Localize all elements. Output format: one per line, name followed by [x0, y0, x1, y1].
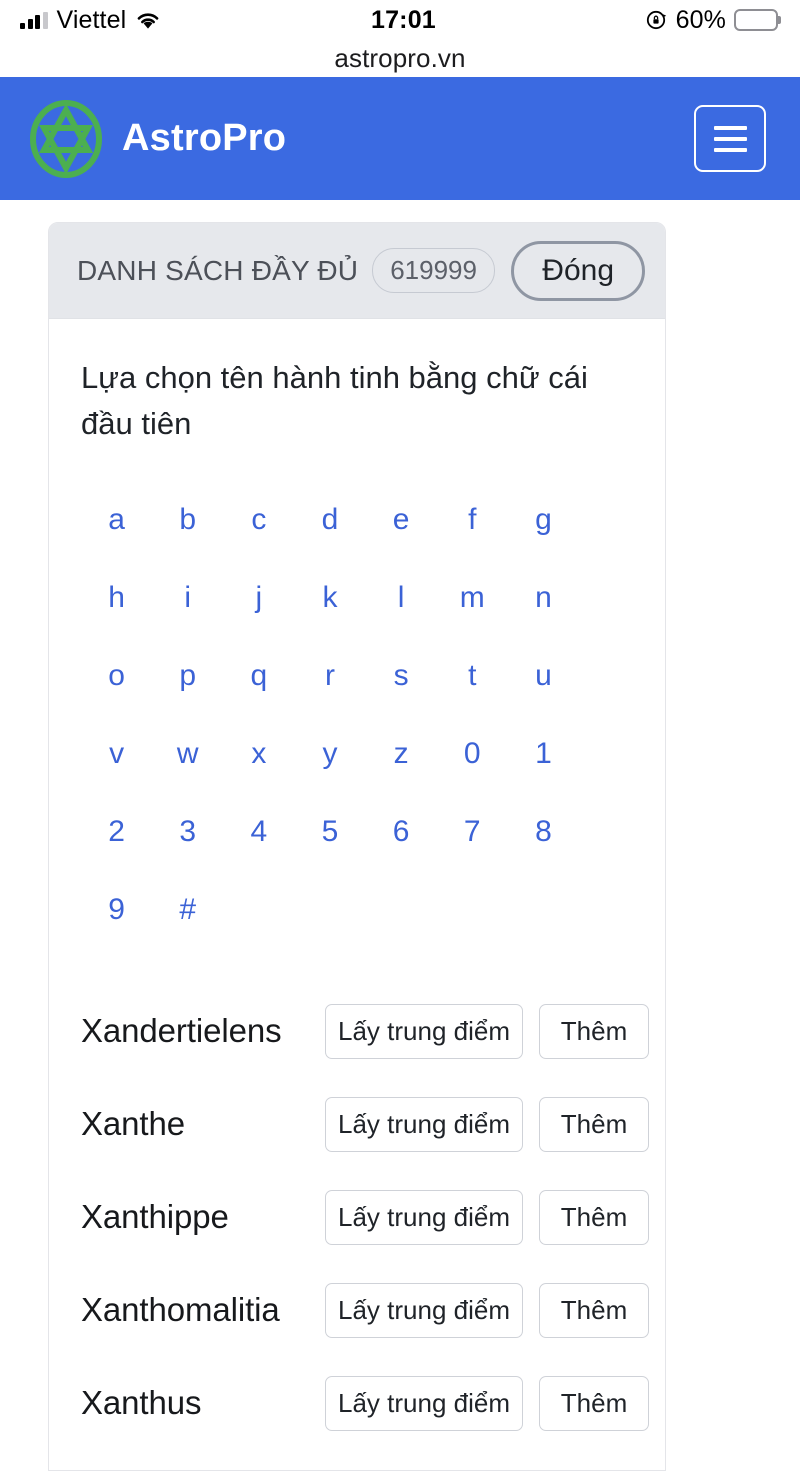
planet-name: Xanthe [81, 1105, 185, 1143]
instruction-text: Lựa chọn tên hành tinh bằng chữ cái đầu … [81, 360, 588, 441]
get-midpoint-button[interactable]: Lấy trung điểm [325, 1189, 523, 1245]
add-button[interactable]: Thêm [539, 1375, 649, 1431]
add-button[interactable]: Thêm [539, 1189, 649, 1245]
alphabet-filter-2[interactable]: 2 [81, 793, 152, 871]
add-button[interactable]: Thêm [539, 1282, 649, 1338]
planet-row: Xanthomalitia Lấy trung điểm Thêm [81, 1264, 649, 1357]
hexagram-circle-logo-icon [28, 99, 104, 179]
alphabet-filter-v[interactable]: v [81, 715, 152, 793]
signal-bars-icon [20, 11, 48, 29]
alphabet-filter-u[interactable]: u [508, 637, 579, 715]
get-midpoint-button[interactable]: Lấy trung điểm [325, 1282, 523, 1338]
planet-name: Xanthippe [81, 1198, 229, 1236]
alphabet-filter-s[interactable]: s [366, 637, 437, 715]
alphabet-filter-0[interactable]: 0 [437, 715, 508, 793]
full-list-panel: DANH SÁCH ĐẦY ĐỦ 619999 Đóng Lựa chọn tê… [48, 222, 666, 1471]
get-midpoint-button[interactable]: Lấy trung điểm [325, 1003, 523, 1059]
planet-row: Xanthippe Lấy trung điểm Thêm [81, 1171, 649, 1264]
alphabet-filter-c[interactable]: c [223, 481, 294, 559]
planet-name: Xandertielens [81, 1012, 282, 1050]
alphabet-filter-7[interactable]: 7 [437, 793, 508, 871]
alphabet-filter-5[interactable]: 5 [294, 793, 365, 871]
alphabet-filter-t[interactable]: t [437, 637, 508, 715]
panel-body: Lựa chọn tên hành tinh bằng chữ cái đầu … [49, 319, 665, 1470]
app-header: AstroPro [0, 77, 800, 200]
planet-row-actions: Lấy trung điểm Thêm [325, 1375, 649, 1431]
alphabet-filter-grid: a b c d e f g h i j k l m n o p q r s t u v w x y z 0 1 2 3 4 5 6 7 8 9 # [81, 481, 637, 949]
planet-row-actions: Lấy trung điểm Thêm [325, 1189, 649, 1245]
alphabet-filter-q[interactable]: q [223, 637, 294, 715]
planet-name: Xanthus [81, 1384, 202, 1422]
alphabet-filter-m[interactable]: m [437, 559, 508, 637]
rotation-lock-icon [646, 9, 668, 31]
browser-url-bar[interactable]: astropro.vn [0, 40, 800, 77]
panel-header: DANH SÁCH ĐẦY ĐỦ 619999 Đóng [49, 223, 665, 319]
menu-bar-3 [713, 147, 747, 152]
panel-title: DANH SÁCH ĐẦY ĐỦ [77, 254, 359, 286]
alphabet-filter-a[interactable]: a [81, 481, 152, 559]
alphabet-filter-r[interactable]: r [294, 637, 365, 715]
clock-label: 17:01 [370, 5, 436, 34]
app-title: AstroPro [122, 117, 287, 159]
alphabet-filter-4[interactable]: 4 [223, 793, 294, 871]
alphabet-filter-8[interactable]: 8 [508, 793, 579, 871]
alphabet-filter-d[interactable]: d [294, 481, 365, 559]
status-bar-center: 17:01 [371, 6, 436, 35]
planet-name: Xanthomalitia [81, 1291, 280, 1329]
alphabet-filter-k[interactable]: k [294, 559, 365, 637]
page-content: DANH SÁCH ĐẦY ĐỦ 619999 Đóng Lựa chọn tê… [0, 200, 800, 1471]
hamburger-menu-button[interactable] [694, 105, 766, 172]
ios-status-bar: Viettel 17:01 60% [0, 0, 800, 40]
alphabet-filter-o[interactable]: o [81, 637, 152, 715]
alphabet-filter-x[interactable]: x [223, 715, 294, 793]
alphabet-filter-n[interactable]: n [508, 559, 579, 637]
battery-percent-label: 60% [675, 5, 726, 34]
alphabet-filter-#[interactable]: # [152, 871, 223, 949]
wifi-icon [135, 11, 161, 30]
url-text: astropro.vn [334, 43, 466, 73]
alphabet-filter-e[interactable]: e [366, 481, 437, 559]
alphabet-filter-l[interactable]: l [366, 559, 437, 637]
menu-bar-2 [713, 136, 747, 141]
status-bar-right: 60% [646, 6, 778, 35]
alphabet-filter-y[interactable]: y [294, 715, 365, 793]
alphabet-filter-w[interactable]: w [152, 715, 223, 793]
planet-row: Xanthe Lấy trung điểm Thêm [81, 1078, 649, 1171]
alphabet-filter-z[interactable]: z [366, 715, 437, 793]
add-button[interactable]: Thêm [539, 1096, 649, 1152]
planet-list: Xandertielens Lấy trung điểm Thêm Xanthe Lấy… [81, 985, 649, 1470]
alphabet-filter-i[interactable]: i [152, 559, 223, 637]
status-bar-left: Viettel [20, 6, 161, 35]
planet-row-actions: Lấy trung điểm Thêm [325, 1003, 649, 1059]
alphabet-filter-j[interactable]: j [223, 559, 294, 637]
alphabet-filter-h[interactable]: h [81, 559, 152, 637]
planet-row-actions: Lấy trung điểm Thêm [325, 1282, 649, 1338]
brand[interactable]: AstroPro [28, 99, 286, 179]
alphabet-filter-f[interactable]: f [437, 481, 508, 559]
alphabet-filter-g[interactable]: g [508, 481, 579, 559]
menu-bar-1 [713, 125, 747, 130]
planet-row-actions: Lấy trung điểm Thêm [325, 1096, 649, 1152]
alphabet-filter-b[interactable]: b [152, 481, 223, 559]
get-midpoint-button[interactable]: Lấy trung điểm [325, 1375, 523, 1431]
alphabet-filter-1[interactable]: 1 [508, 715, 579, 793]
carrier-label: Viettel [56, 5, 127, 34]
alphabet-filter-p[interactable]: p [152, 637, 223, 715]
result-count-badge: 619999 [372, 248, 495, 293]
battery-icon [734, 9, 778, 31]
add-button[interactable]: Thêm [539, 1003, 649, 1059]
alphabet-filter-9[interactable]: 9 [81, 871, 152, 949]
planet-row: Xandertielens Lấy trung điểm Thêm [81, 985, 649, 1078]
planet-row: Xanthus Lấy trung điểm Thêm [81, 1357, 649, 1450]
close-button[interactable]: Đóng [511, 240, 645, 301]
alphabet-filter-6[interactable]: 6 [366, 793, 437, 871]
alphabet-filter-3[interactable]: 3 [152, 793, 223, 871]
get-midpoint-button[interactable]: Lấy trung điểm [325, 1096, 523, 1152]
